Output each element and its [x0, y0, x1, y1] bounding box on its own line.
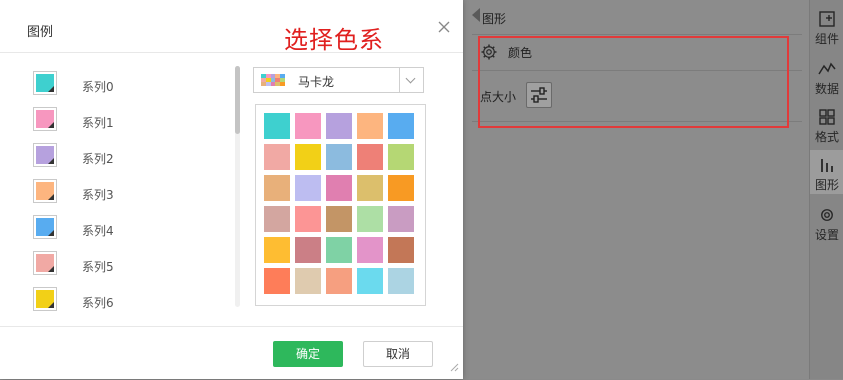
series-item: 系列0: [28, 66, 228, 102]
series-item: 系列2: [28, 138, 228, 174]
swatch-corner-icon: [48, 266, 54, 272]
series-item: 系列4: [28, 210, 228, 246]
chevron-down-icon[interactable]: [399, 68, 423, 92]
collapse-arrow-icon[interactable]: [472, 8, 480, 22]
sidebar-label: 设置: [814, 228, 839, 242]
palette-color-cell[interactable]: [295, 175, 321, 201]
sidebar-item-settings[interactable]: 设置: [810, 200, 843, 244]
cancel-button[interactable]: 取消: [363, 341, 433, 367]
sidebar-item-data[interactable]: 数据: [810, 54, 843, 98]
palette-color-cell[interactable]: [295, 113, 321, 139]
panel-header: 图形: [472, 0, 802, 35]
swatch-corner-icon: [48, 230, 54, 236]
swatch-corner-icon: [48, 158, 54, 164]
palette-color-cell[interactable]: [357, 237, 383, 263]
series-item: 系列5: [28, 246, 228, 282]
dialog-title: 图例: [27, 25, 54, 40]
palette-color-cell[interactable]: [326, 237, 352, 263]
series-color-swatch[interactable]: [33, 251, 57, 275]
bar-chart-icon: [821, 159, 833, 172]
palette-color-cell[interactable]: [388, 144, 414, 170]
palette-color-cell[interactable]: [326, 144, 352, 170]
swatch-corner-icon: [48, 302, 54, 308]
palette-preview-cell: [280, 82, 285, 86]
sidebar-label: 图形: [814, 178, 839, 192]
swatch-corner-icon: [48, 194, 54, 200]
gear-icon: [821, 209, 833, 221]
scrollbar-thumb[interactable]: [235, 66, 240, 134]
series-color-swatch[interactable]: [33, 143, 57, 167]
sidebar-label: 组件: [814, 32, 839, 46]
legend-dialog: 图例 系列0 系列1 系列2 系列3 系列4 系列5 系列6 马卡龙 确定 取消: [0, 0, 463, 379]
palette-color-cell[interactable]: [326, 113, 352, 139]
series-list-scrollbar[interactable]: [235, 66, 240, 307]
series-item: 系列1: [28, 102, 228, 138]
palette-color-cell[interactable]: [326, 175, 352, 201]
palette-dropdown[interactable]: 马卡龙: [253, 67, 424, 93]
series-label: 系列5: [82, 260, 114, 274]
highlight-box: [478, 36, 789, 128]
palette-color-cell[interactable]: [388, 113, 414, 139]
series-color-swatch[interactable]: [33, 179, 57, 203]
palette-color-cell[interactable]: [295, 206, 321, 232]
series-item: 系列3: [28, 174, 228, 210]
series-label: 系列2: [82, 152, 114, 166]
palette-color-cell[interactable]: [264, 113, 290, 139]
palette-color-cell[interactable]: [357, 144, 383, 170]
series-list: 系列0 系列1 系列2 系列3 系列4 系列5 系列6: [28, 66, 228, 311]
series-color-swatch[interactable]: [33, 215, 57, 239]
palette-color-cell[interactable]: [295, 144, 321, 170]
palette-color-cell[interactable]: [295, 237, 321, 263]
palette-color-cell[interactable]: [357, 268, 383, 294]
grid-format-icon: [819, 109, 835, 125]
sidebar-label: 数据: [814, 82, 839, 96]
palette-name: 马卡龙: [298, 75, 335, 89]
palette-preview-icon: [261, 74, 285, 86]
sidebar-label: 格式: [814, 130, 839, 144]
dialog-header: 图例: [0, 0, 463, 53]
palette-color-cell[interactable]: [264, 144, 290, 170]
palette-color-cell[interactable]: [388, 237, 414, 263]
data-line-icon: [818, 62, 836, 75]
swatch-corner-icon: [48, 122, 54, 128]
palette-grid: [255, 104, 426, 306]
palette-color-cell[interactable]: [295, 268, 321, 294]
series-color-swatch[interactable]: [33, 71, 57, 95]
series-color-swatch[interactable]: [33, 287, 57, 311]
swatch-corner-icon: [48, 86, 54, 92]
resize-grip-icon[interactable]: [449, 362, 459, 372]
sidebar-item-format[interactable]: 格式: [810, 102, 843, 146]
palette-color-cell[interactable]: [357, 206, 383, 232]
dialog-footer: 确定 取消: [0, 326, 463, 380]
palette-color-cell[interactable]: [326, 268, 352, 294]
palette-color-cell[interactable]: [388, 268, 414, 294]
palette-color-cell[interactable]: [264, 268, 290, 294]
panel-title: 图形: [482, 12, 507, 26]
palette-color-cell[interactable]: [264, 175, 290, 201]
add-component-icon: [819, 11, 835, 27]
series-color-swatch[interactable]: [33, 107, 57, 131]
series-label: 系列3: [82, 188, 114, 202]
palette-color-cell[interactable]: [357, 175, 383, 201]
palette-color-cell[interactable]: [357, 113, 383, 139]
close-icon[interactable]: [437, 20, 451, 34]
sidebar-item-chart[interactable]: 图形: [810, 150, 843, 194]
series-label: 系列1: [82, 116, 114, 130]
confirm-button[interactable]: 确定: [273, 341, 343, 367]
series-label: 系列6: [82, 296, 114, 310]
palette-color-cell[interactable]: [264, 237, 290, 263]
annotation-text: 选择色系: [284, 26, 384, 54]
series-item: 系列6: [28, 282, 228, 311]
palette-color-cell[interactable]: [388, 175, 414, 201]
palette-color-cell[interactable]: [326, 206, 352, 232]
series-label: 系列0: [82, 80, 114, 94]
right-sidebar: 组件 数据 格式 图形 设置: [809, 0, 843, 379]
palette-color-cell[interactable]: [388, 206, 414, 232]
series-label: 系列4: [82, 224, 114, 238]
sidebar-item-component[interactable]: 组件: [810, 4, 843, 48]
palette-color-cell[interactable]: [264, 206, 290, 232]
